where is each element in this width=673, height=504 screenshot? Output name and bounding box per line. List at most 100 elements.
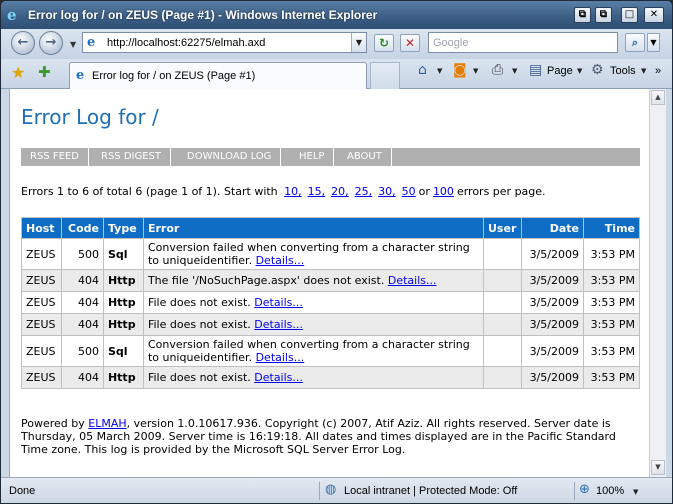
paging-suffix-text: errors per page.: [456, 185, 546, 198]
refresh-button[interactable]: ↻: [374, 34, 394, 52]
date-cell: 3/5/2009: [520, 238, 584, 270]
close-button[interactable]: ✕: [644, 7, 664, 23]
tools-menu-dropdown-icon[interactable]: ▼: [641, 67, 646, 75]
user-cell: [483, 313, 522, 336]
status-divider: [574, 482, 575, 500]
code-cell: 404: [60, 269, 104, 292]
search-icon[interactable]: ⌕: [625, 33, 645, 52]
stop-button[interactable]: ✕: [400, 34, 420, 52]
scroll-down-icon[interactable]: ▼: [651, 460, 665, 475]
page-footer: Powered by ELMAH, version 1.0.10617.936.…: [21, 417, 641, 456]
title-bar: e Error log for / on ZEUS (Page #1) - Wi…: [1, 1, 672, 29]
page-size-50-link[interactable]: 50: [402, 185, 416, 198]
rss-feed-link[interactable]: RSS FEED: [21, 148, 89, 166]
ie-logo-icon: e: [7, 6, 17, 24]
tools-gear-icon: ⚙: [591, 62, 604, 78]
time-cell: 3:53 PM: [582, 291, 641, 314]
details-link[interactable]: Details...: [256, 351, 305, 364]
add-favorites-icon[interactable]: ✚: [38, 63, 51, 81]
error-log-table: Host Code Type Error User Date Time ZEUS…: [21, 217, 641, 389]
about-link[interactable]: ABOUT: [338, 148, 392, 166]
user-cell: [483, 238, 522, 270]
details-link[interactable]: Details...: [388, 274, 437, 287]
download-log-link[interactable]: DOWNLOAD LOG: [178, 148, 282, 166]
time-cell: 3:53 PM: [582, 366, 641, 389]
status-text: Done: [9, 485, 36, 497]
search-options-dropdown-icon[interactable]: ▼: [647, 33, 660, 52]
zoom-level[interactable]: 100%: [596, 485, 624, 497]
page-menu-dropdown-icon[interactable]: ▼: [577, 67, 582, 75]
frame-left: [1, 89, 9, 477]
details-link[interactable]: Details...: [254, 318, 303, 331]
column-header-host: Host: [21, 217, 62, 239]
feeds-dropdown-icon[interactable]: ▼: [473, 67, 478, 75]
details-link[interactable]: Details...: [254, 296, 303, 309]
date-cell: 3/5/2009: [520, 291, 584, 314]
status-bar: Done ◍ Local intranet | Protected Mode: …: [1, 477, 672, 503]
status-divider: [319, 482, 320, 500]
sizer-icon[interactable]: ⧉: [595, 7, 612, 23]
tab-active[interactable]: e Error log for / on ZEUS (Page #1): [69, 62, 367, 89]
column-header-time: Time: [582, 217, 641, 239]
home-dropdown-icon[interactable]: ▼: [437, 67, 442, 75]
address-dropdown-icon[interactable]: ▼: [351, 33, 366, 52]
print-icon[interactable]: ⎙: [492, 62, 503, 78]
table-row: ZEUS 404 Http File does not exist. Detai…: [21, 366, 641, 389]
scroll-up-icon[interactable]: ▲: [651, 90, 665, 105]
paging-or-text: or: [418, 185, 430, 198]
host-cell: ZEUS: [21, 269, 62, 292]
home-icon[interactable]: ⌂: [418, 62, 427, 78]
back-button[interactable]: ←: [11, 31, 35, 55]
host-cell: ZEUS: [21, 366, 62, 389]
search-input[interactable]: Google: [428, 32, 618, 53]
error-message: Conversion failed when converting from a…: [147, 241, 470, 267]
tools-menu[interactable]: Tools: [610, 65, 636, 77]
chevron-more-icon[interactable]: »: [655, 65, 661, 77]
favorites-star-icon[interactable]: ★: [11, 63, 25, 82]
time-cell: 3:53 PM: [582, 238, 641, 270]
host-cell: ZEUS: [21, 238, 62, 270]
new-tab-button[interactable]: [370, 62, 400, 89]
page-size-25-link[interactable]: 25,: [355, 185, 373, 198]
code-cell: 404: [60, 291, 104, 314]
zoom-dropdown-icon[interactable]: ▼: [633, 488, 638, 496]
rss-digest-link[interactable]: RSS DIGEST: [92, 148, 171, 166]
error-cell: The file '/NoSuchPage.aspx' does not exi…: [142, 269, 485, 292]
elmah-link[interactable]: ELMAH: [88, 417, 126, 430]
type-cell: Http: [102, 366, 144, 389]
restore-icon[interactable]: ⧉: [574, 7, 591, 23]
feeds-icon[interactable]: ◙: [453, 62, 467, 78]
error-message: Conversion failed when converting from a…: [147, 338, 470, 364]
page-size-15-link[interactable]: 15,: [308, 185, 326, 198]
address-bar[interactable]: e http://localhost:62275/elmah.axd ▼: [82, 32, 367, 53]
paging-summary: Errors 1 to 6 of total 6 (page 1 of 1). …: [21, 185, 546, 198]
page-size-10-link[interactable]: 10,: [284, 185, 302, 198]
code-cell: 404: [60, 313, 104, 336]
forward-button[interactable]: →: [39, 31, 63, 55]
footer-prefix: Powered by: [21, 417, 85, 430]
details-link[interactable]: Details...: [254, 371, 303, 384]
help-link[interactable]: HELP: [290, 148, 335, 166]
type-cell: Http: [102, 291, 144, 314]
details-link[interactable]: Details...: [256, 254, 305, 267]
speed-bar: RSS FEED RSS DIGEST DOWNLOAD LOG HELP AB…: [21, 148, 640, 166]
error-message: File does not exist.: [147, 318, 251, 331]
print-dropdown-icon[interactable]: ▼: [512, 67, 517, 75]
frame-right: [666, 89, 672, 477]
security-zone[interactable]: Local intranet | Protected Mode: Off: [344, 485, 517, 497]
page-size-20-link[interactable]: 20,: [331, 185, 349, 198]
zoom-icon: ⊕: [579, 482, 590, 497]
recent-pages-dropdown-icon[interactable]: ▼: [70, 40, 76, 49]
column-header-date: Date: [520, 217, 584, 239]
page-size-100-link[interactable]: 100: [433, 185, 454, 198]
tab-page-icon: e: [76, 68, 85, 83]
vertical-scrollbar[interactable]: ▲ ▼: [649, 89, 666, 477]
table-row: ZEUS 404 Http File does not exist. Detai…: [21, 313, 641, 336]
code-cell: 500: [60, 238, 104, 270]
page-menu[interactable]: Page: [547, 65, 573, 77]
maximize-button[interactable]: □: [621, 7, 638, 23]
page-size-30-link[interactable]: 30,: [378, 185, 396, 198]
column-header-type: Type: [102, 217, 144, 239]
address-url[interactable]: http://localhost:62275/elmah.axd: [107, 37, 265, 49]
search-placeholder: Google: [433, 37, 469, 49]
